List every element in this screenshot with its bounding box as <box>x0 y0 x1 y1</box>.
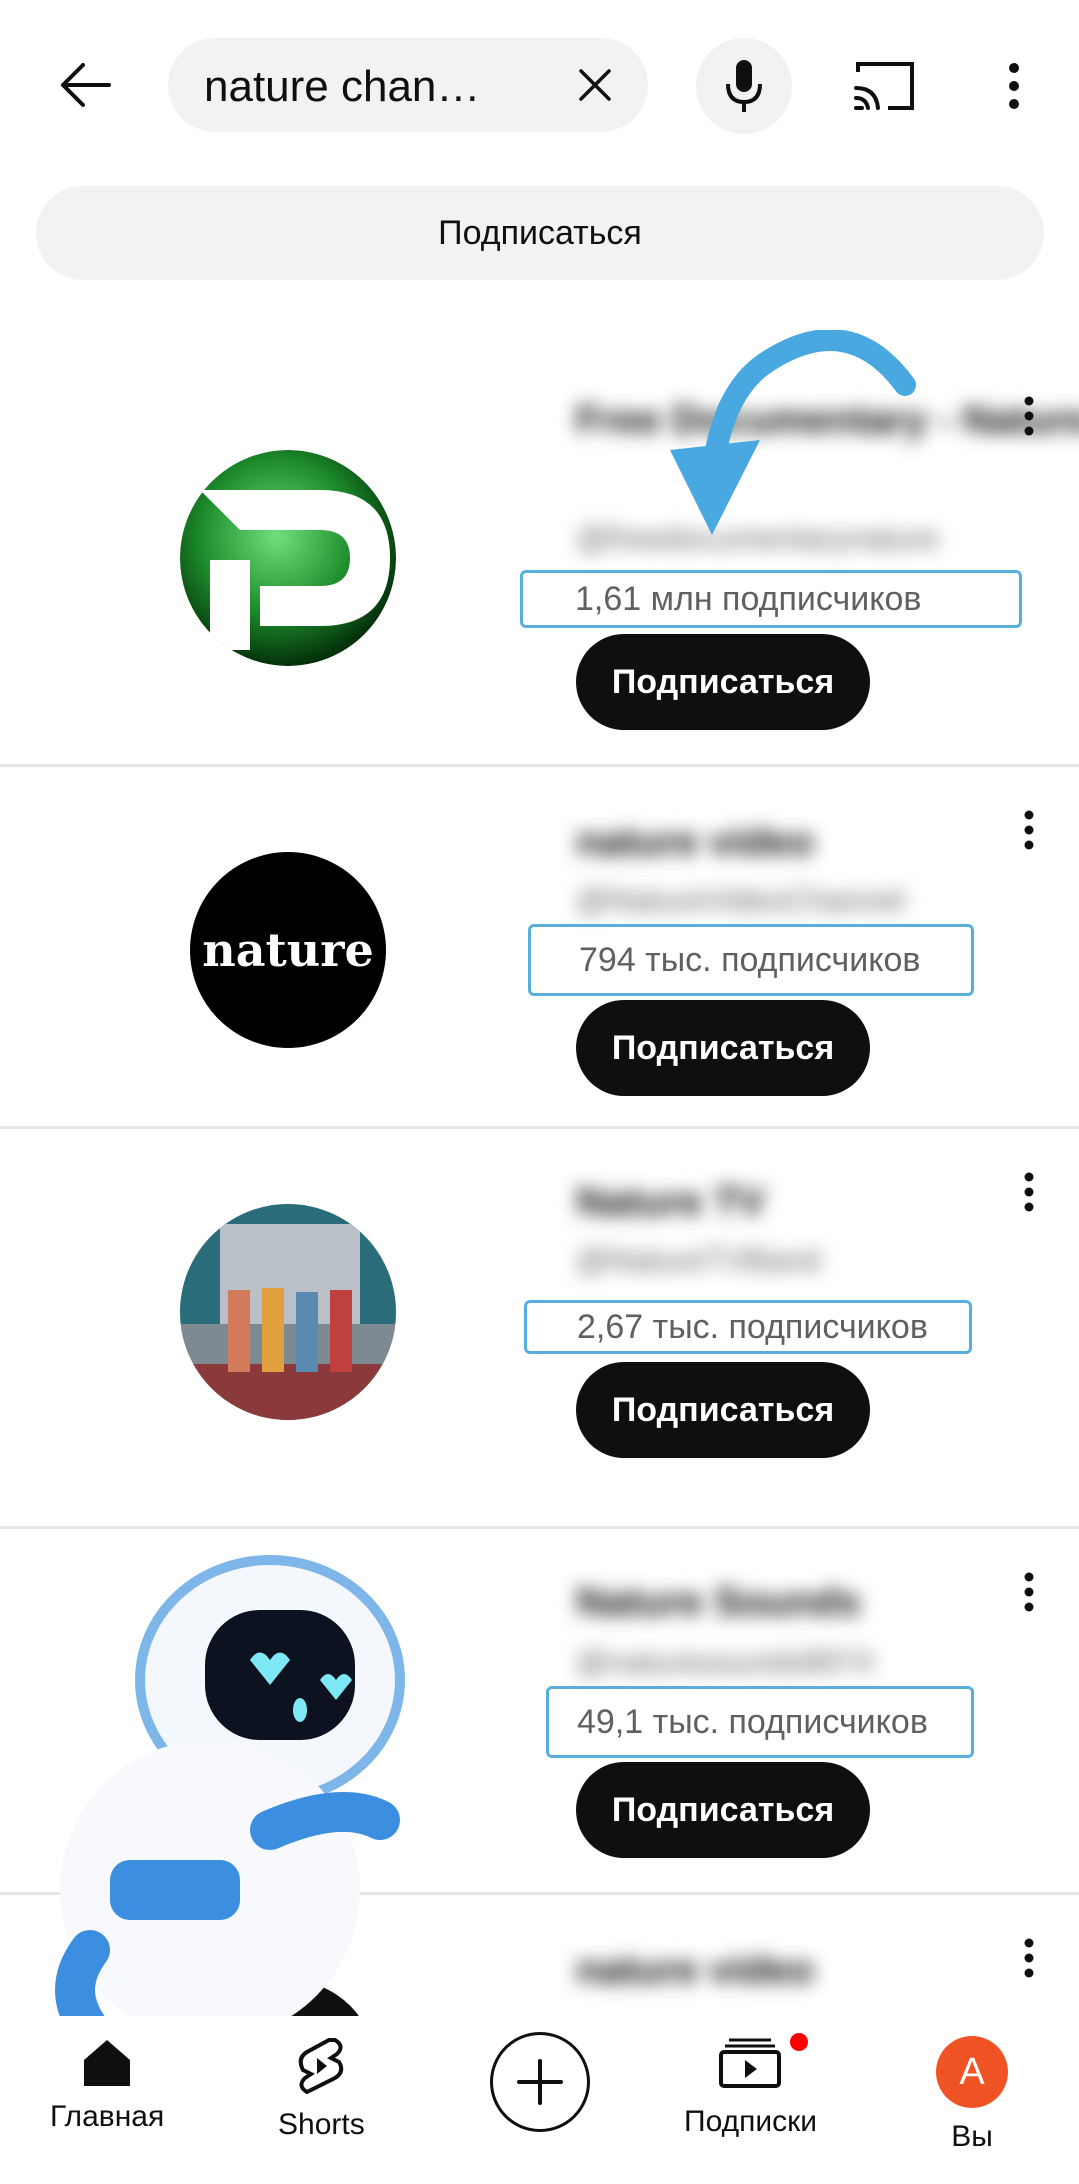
channel-name-1[interactable]: Free Documentary - Nature <box>576 398 1079 443</box>
bottom-navigation: Главная Shorts Подписки A Вы <box>0 2016 1079 2184</box>
back-button[interactable] <box>50 50 120 120</box>
row-divider <box>0 1892 1079 1895</box>
channel-subscribers-3: 2,67 тыс. подписчиков <box>524 1300 972 1354</box>
channel-avatar-2[interactable]: nature <box>190 852 386 1048</box>
nav-subscriptions[interactable]: Подписки <box>684 2030 817 2139</box>
row-more-button-2[interactable] <box>1016 800 1042 860</box>
microphone-icon <box>726 60 762 112</box>
channel-name-3[interactable]: Nature TV <box>576 1180 976 1225</box>
row-more-button-1[interactable] <box>1016 386 1042 446</box>
create-button[interactable] <box>490 2032 590 2132</box>
more-vertical-icon <box>1024 1938 1034 1978</box>
voice-search-button[interactable] <box>696 38 792 134</box>
subscribe-button-1[interactable]: Подписаться <box>576 634 870 730</box>
channel-handle-4: @naturesounds8974 <box>576 1644 874 1680</box>
search-query[interactable]: nature chan… <box>204 62 534 112</box>
arrow-left-icon <box>61 63 111 107</box>
notification-dot <box>787 2030 812 2054</box>
subscribe-button-3[interactable]: Подписаться <box>576 1362 870 1458</box>
nav-you-label: Вы <box>951 2120 993 2153</box>
subscriptions-icon <box>719 2038 782 2088</box>
more-vertical-icon <box>1024 1572 1034 1612</box>
channel-name-4[interactable]: Nature Sounds <box>576 1580 976 1625</box>
home-icon <box>84 2040 131 2086</box>
nav-home-label: Главная <box>50 2100 165 2133</box>
nav-shorts[interactable]: Shorts <box>278 2036 365 2142</box>
plus-icon <box>517 2059 563 2105</box>
row-more-button-4[interactable] <box>1016 1562 1042 1622</box>
robot-mascot-icon <box>55 1555 405 2050</box>
nature-logo-text: nature <box>202 923 374 977</box>
more-vertical-icon <box>1024 810 1034 850</box>
band-photo-icon <box>180 1204 396 1420</box>
channel-subscribers-2: 794 тыс. подписчиков <box>528 924 974 996</box>
row-divider <box>0 1126 1079 1129</box>
channel-handle-1: @freedocumentarynature <box>576 520 940 556</box>
channel-name-2[interactable]: nature video <box>576 820 976 865</box>
row-divider <box>0 1526 1079 1529</box>
channel-subscribers-4: 49,1 тыс. подписчиков <box>546 1686 974 1758</box>
nav-shorts-label: Shorts <box>278 2108 365 2141</box>
subscribe-filter-chip[interactable]: Подписаться <box>36 186 1044 280</box>
channel-handle-2: @NatureVideoChannel <box>576 882 905 918</box>
channel-handle-3: @NatureTVBand <box>576 1242 821 1278</box>
subscribe-button-2[interactable]: Подписаться <box>576 1000 870 1096</box>
cast-icon <box>854 62 914 110</box>
more-vertical-icon <box>1024 396 1034 436</box>
globe-logo-icon <box>180 450 396 666</box>
nav-home[interactable]: Главная <box>50 2036 164 2134</box>
more-options-button[interactable] <box>990 52 1038 120</box>
channel-subscribers-1: 1,61 млн подписчиков <box>520 570 1022 628</box>
clear-search-button[interactable] <box>570 60 620 110</box>
channel-name-5[interactable]: nature video <box>576 1948 976 1993</box>
close-icon <box>579 69 611 101</box>
shorts-icon <box>299 2038 344 2095</box>
more-vertical-icon <box>1024 1172 1034 1212</box>
row-more-button-5[interactable] <box>1016 1928 1042 1988</box>
avatar: A <box>936 2036 1008 2108</box>
nav-you[interactable]: A Вы <box>936 2036 1008 2154</box>
cast-button[interactable] <box>848 52 920 120</box>
channel-avatar-1[interactable] <box>180 450 396 666</box>
row-more-button-3[interactable] <box>1016 1162 1042 1222</box>
nav-subscriptions-label: Подписки <box>684 2105 817 2138</box>
top-bar: nature chan… <box>0 0 1079 170</box>
channel-avatar-3[interactable] <box>180 1204 396 1420</box>
subscribe-button-4[interactable]: Подписаться <box>576 1762 870 1858</box>
search-input[interactable]: nature chan… <box>168 38 648 132</box>
row-divider <box>0 764 1079 767</box>
more-vertical-icon <box>1009 63 1019 109</box>
